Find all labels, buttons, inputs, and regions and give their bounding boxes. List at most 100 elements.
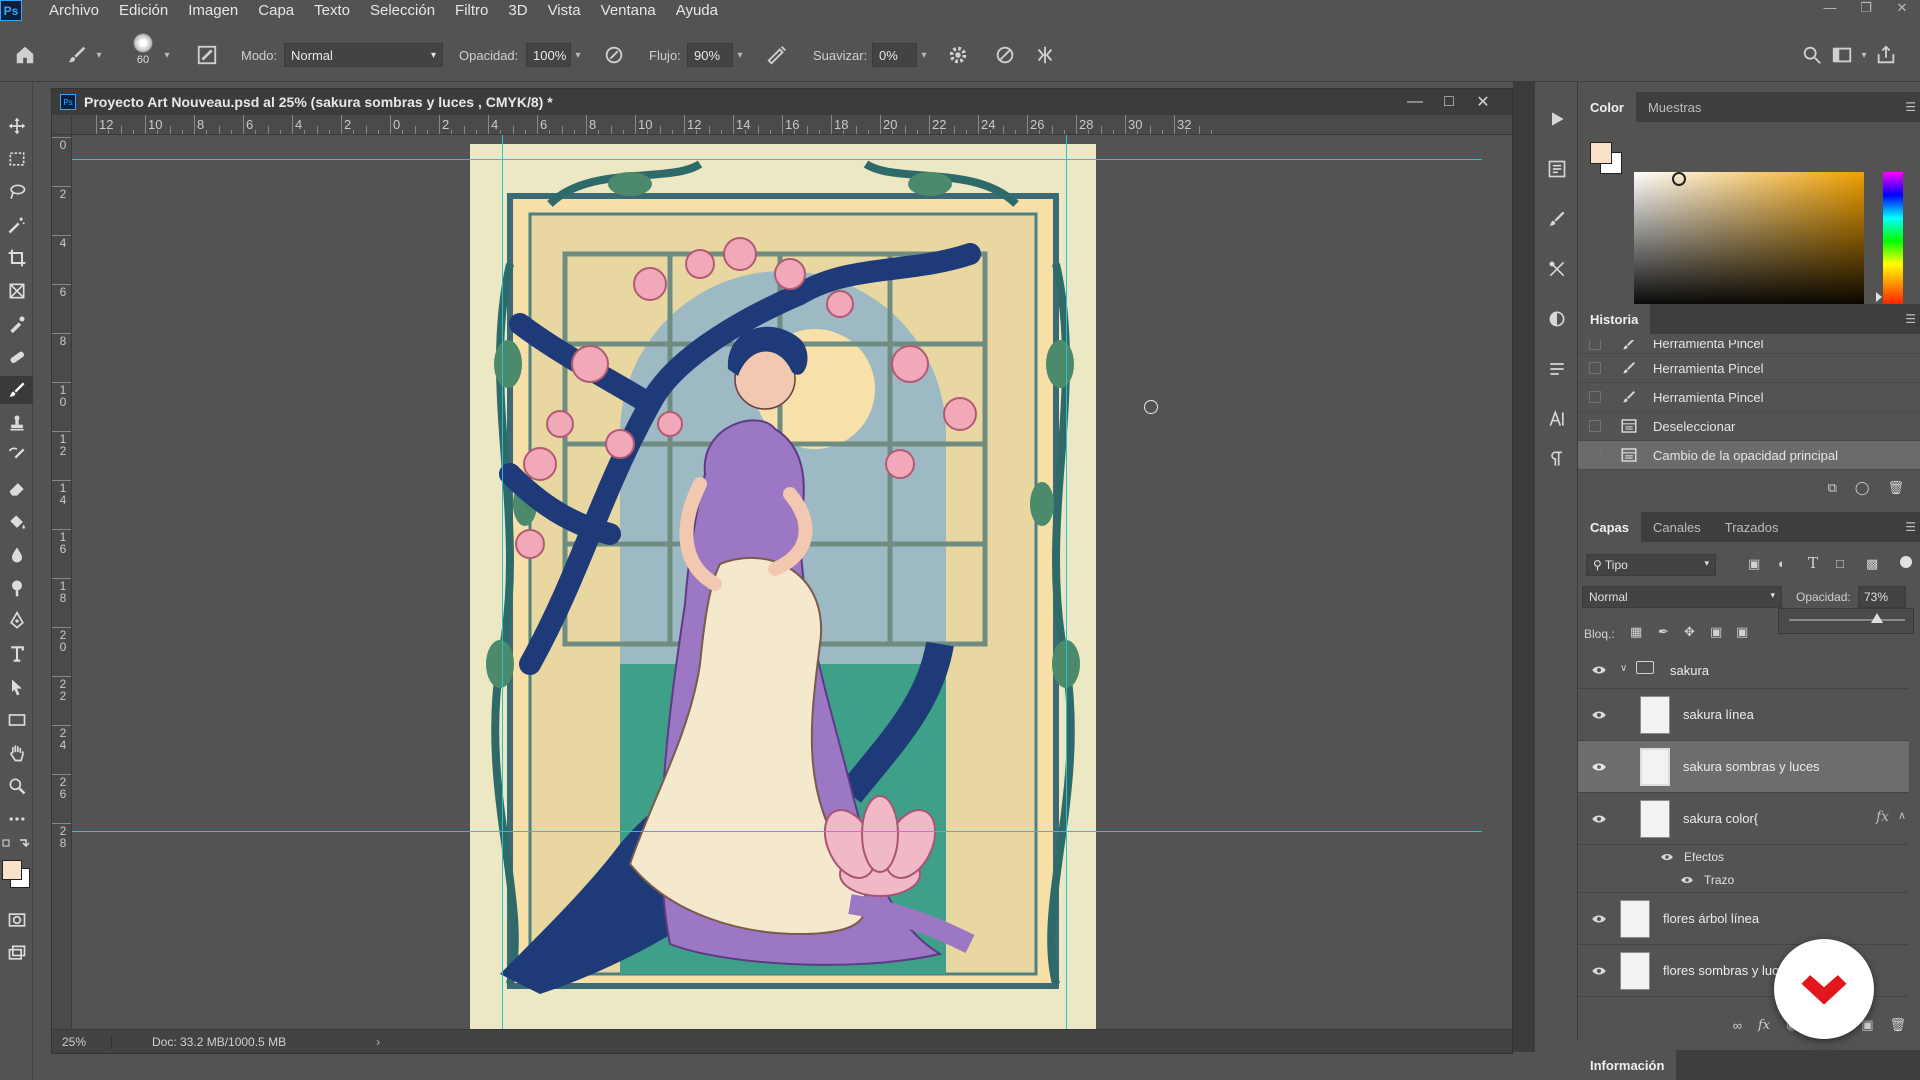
frame-tool-icon[interactable] [0, 277, 33, 305]
filter-toggle-icon[interactable] [1900, 556, 1912, 568]
brush-tool-preset-icon[interactable] [62, 40, 92, 70]
panel-menu-icon[interactable]: ☰ [1905, 520, 1916, 534]
zoom-level[interactable]: 25% [52, 1034, 112, 1049]
more-tools-icon[interactable] [0, 805, 33, 833]
camera-icon[interactable]: ◯ [1855, 480, 1870, 496]
history-checkbox[interactable] [1589, 362, 1601, 374]
lasso-tool-icon[interactable] [0, 178, 33, 206]
menu-ayuda[interactable]: Ayuda [676, 2, 718, 19]
artwork-canvas[interactable] [470, 144, 1096, 1031]
maximize-icon[interactable]: □ [1432, 89, 1466, 115]
brush-settings-icon[interactable] [192, 40, 222, 70]
tab-history[interactable]: Historia [1578, 304, 1651, 334]
pen-tool-icon[interactable] [0, 607, 33, 635]
guide-vertical-left[interactable] [502, 135, 503, 1031]
history-item-selected[interactable]: Cambio de la opacidad principal [1578, 441, 1920, 470]
chevron-up-icon[interactable]: ∧ [1898, 809, 1906, 822]
menu-ventana[interactable]: Ventana [601, 2, 656, 19]
rectangle-tool-icon[interactable] [0, 706, 33, 734]
layer-group-sakura[interactable]: ∨ sakura [1578, 651, 1909, 689]
magic-wand-tool-icon[interactable] [0, 211, 33, 239]
menu-archivo[interactable]: Archivo [49, 2, 99, 19]
chevron-down-icon[interactable]: ▾ [571, 43, 585, 67]
layer-row-selected[interactable]: sakura sombras y luces [1578, 741, 1909, 793]
pressure-size-icon[interactable] [990, 40, 1020, 70]
tab-info[interactable]: Información [1578, 1050, 1677, 1080]
history-checkbox[interactable] [1589, 340, 1601, 350]
chevron-down-icon[interactable]: ▾ [160, 43, 174, 67]
menu-vista[interactable]: Vista [548, 2, 581, 19]
canvas-area[interactable] [72, 135, 1512, 1031]
quick-mask-icon[interactable] [0, 906, 33, 934]
effects-row[interactable]: Efectos [1578, 845, 1909, 869]
flow-input[interactable]: 90% [687, 43, 733, 67]
smoothing-input[interactable]: 0% [872, 43, 917, 67]
eye-icon[interactable] [1680, 873, 1694, 890]
tab-layers[interactable]: Capas [1578, 512, 1642, 542]
gear-icon[interactable] [943, 40, 973, 70]
workspace-icon[interactable] [1827, 40, 1857, 70]
hand-tool-icon[interactable] [0, 739, 33, 767]
panel-menu-icon[interactable]: ☰ [1905, 100, 1916, 114]
pressure-opacity-icon[interactable] [599, 40, 629, 70]
lock-all-icon[interactable]: ▣ [1736, 624, 1748, 640]
restore-icon[interactable]: ❐ [1848, 0, 1884, 18]
history-checkbox[interactable] [1589, 391, 1601, 403]
lock-position-icon[interactable]: ✥ [1684, 624, 1695, 640]
foreground-color-chip[interactable] [1590, 142, 1612, 164]
vertical-ruler[interactable]: 0 2 4 6 8 1 0 1 2 1 4 1 6 1 8 2 0 2 2 2 4 2 6 2 8 [52, 135, 72, 1031]
dodge-tool-icon[interactable] [0, 574, 33, 602]
fx-icon[interactable]: fx [1758, 1018, 1770, 1033]
clone-source-icon[interactable] [1544, 256, 1570, 282]
chevron-right-icon[interactable]: › [376, 1035, 380, 1049]
mode-select[interactable]: Normal ▾ [284, 43, 443, 67]
lock-artboard-icon[interactable]: ▣ [1710, 624, 1722, 640]
blend-mode-select[interactable]: Normal ▾ [1582, 586, 1782, 608]
blur-tool-icon[interactable] [0, 541, 33, 569]
menu-imagen[interactable]: Imagen [188, 2, 238, 19]
close-icon[interactable]: ✕ [1466, 89, 1500, 115]
tab-paths[interactable]: Trazados [1713, 512, 1791, 542]
eraser-tool-icon[interactable] [0, 475, 33, 503]
chevron-down-icon[interactable]: ∨ [1620, 663, 1627, 674]
shape-filter-icon[interactable]: □ [1836, 556, 1844, 571]
opacity-slider-thumb[interactable] [1871, 613, 1883, 623]
swap-colors-icon[interactable] [2, 837, 30, 851]
eye-icon[interactable] [1591, 707, 1607, 723]
pixel-filter-icon[interactable]: ▣ [1748, 556, 1760, 572]
layer-row[interactable]: flores árbol línea [1578, 893, 1909, 945]
photoshop-logo[interactable]: Ps [0, 0, 22, 21]
chevron-down-icon[interactable]: ▾ [92, 43, 106, 67]
panel-menu-icon[interactable]: ☰ [1905, 312, 1916, 326]
airbrush-icon[interactable] [762, 40, 792, 70]
trash-icon[interactable]: 🗑 [1889, 1017, 1906, 1033]
tab-channels[interactable]: Canales [1641, 512, 1713, 542]
menu-seleccion[interactable]: Selección [370, 2, 435, 19]
history-item[interactable]: Herramienta Pincel [1578, 354, 1920, 383]
menu-filtro[interactable]: Filtro [455, 2, 488, 19]
eye-icon[interactable] [1591, 963, 1607, 979]
horizontal-ruler[interactable]: 12 10 8 6 4 2 0 2 4 6 8 10 12 14 16 18 20 22 24 26 28 30 32 [72, 115, 1512, 135]
color-picker-ring[interactable] [1672, 172, 1686, 186]
properties-icon[interactable] [1544, 156, 1570, 182]
menu-texto[interactable]: Texto [314, 2, 350, 19]
chevron-down-icon[interactable]: ▾ [733, 43, 747, 67]
history-brush-tool-icon[interactable] [0, 442, 33, 470]
menu-capa[interactable]: Capa [258, 2, 294, 19]
clone-stamp-tool-icon[interactable] [0, 409, 33, 437]
history-item[interactable]: Herramienta Pincel [1578, 383, 1920, 412]
hue-slider-handle[interactable] [1876, 292, 1882, 302]
fx-badge[interactable]: fx [1876, 809, 1889, 825]
type-tool-icon[interactable] [0, 640, 33, 668]
tab-color[interactable]: Color [1578, 92, 1636, 122]
opacity-input[interactable]: 100% [526, 43, 571, 67]
guide-horizontal-top[interactable] [72, 159, 1482, 160]
path-selection-tool-icon[interactable] [0, 673, 33, 701]
menu-edicion[interactable]: Edición [119, 2, 168, 19]
opacity-slider-popup[interactable] [1778, 608, 1914, 634]
screen-mode-icon[interactable] [0, 939, 33, 967]
hue-slider[interactable] [1883, 172, 1903, 310]
tab-swatches[interactable]: Muestras [1636, 92, 1713, 122]
brush-settings-icon[interactable] [1544, 206, 1570, 232]
search-icon[interactable] [1797, 40, 1827, 70]
